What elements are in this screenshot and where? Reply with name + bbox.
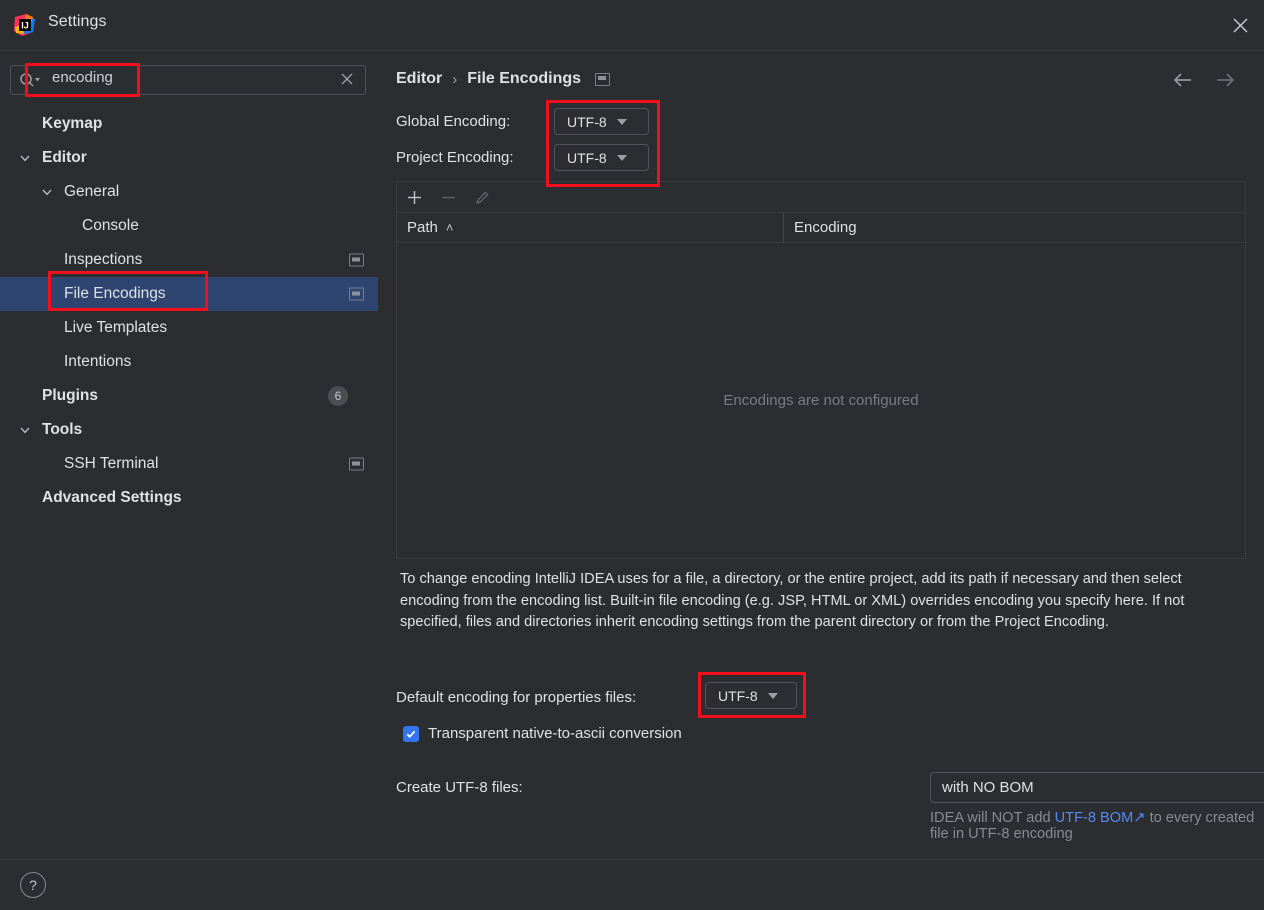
sidebar-item-label: Plugins (42, 387, 98, 404)
sidebar-item-label: Tools (42, 421, 83, 438)
plus-icon[interactable] (397, 183, 431, 212)
sidebar-item-advanced-settings[interactable]: Advanced Settings (0, 481, 378, 515)
close-icon[interactable] (1216, 0, 1264, 50)
create-utf8-combo[interactable]: with NO BOM (930, 772, 1264, 803)
properties-encoding-combo[interactable]: UTF-8 (705, 682, 797, 709)
global-encoding-combo[interactable]: UTF-8 (554, 108, 649, 135)
breadcrumb-separator: › (452, 70, 458, 88)
sidebar-item-label: File Encodings (64, 285, 166, 302)
navigation-arrows (1172, 69, 1236, 91)
minus-icon (431, 183, 465, 212)
sidebar-item-tools[interactable]: Tools (0, 413, 378, 447)
sidebar-item-label: Intentions (64, 353, 132, 370)
content-pane: Editor › File Encodings Global Encoding: (378, 51, 1264, 859)
search-field[interactable]: encoding (10, 65, 366, 95)
breadcrumb: Editor › File Encodings (396, 70, 611, 88)
breadcrumb-parent[interactable]: Editor (396, 70, 442, 88)
sidebar-item-keymap[interactable]: Keymap (0, 107, 378, 141)
dialog-footer: ? OK Cancel Apply (0, 859, 1264, 910)
settings-sync-icon[interactable] (349, 457, 364, 471)
settings-sidebar: encoding Keymap Editor General Console Inspe… (0, 51, 378, 859)
column-header-path-label: Path (407, 219, 438, 236)
sidebar-item-label: Keymap (42, 115, 103, 132)
title-bar: IJ Settings (0, 0, 1264, 51)
settings-sync-icon[interactable] (349, 253, 364, 267)
encodings-table-body[interactable]: Encodings are not configured (396, 243, 1246, 559)
project-encoding-value: UTF-8 (567, 149, 607, 166)
sidebar-item-label: Live Templates (64, 319, 168, 336)
sidebar-item-label: Editor (42, 149, 87, 166)
chevron-down-icon[interactable] (18, 423, 32, 437)
create-utf8-value: with NO BOM (942, 779, 1034, 796)
sidebar-item-console[interactable]: Console (0, 209, 378, 243)
arrow-right-icon[interactable] (1214, 69, 1236, 91)
help-button[interactable]: ? (20, 872, 46, 898)
sidebar-item-editor[interactable]: Editor (0, 141, 378, 175)
chevron-down-icon (616, 118, 627, 125)
sidebar-item-inspections[interactable]: Inspections (0, 243, 378, 277)
settings-dialog: IJ Settings encoding Keymap Editor Gener… (0, 0, 1264, 910)
settings-sync-icon[interactable] (349, 287, 364, 301)
checkbox-checked-icon (403, 725, 419, 742)
bom-hint: IDEA will NOT add UTF-8 BOM↗ to every cr… (930, 809, 1264, 842)
project-encoding-label: Project Encoding: (396, 149, 514, 166)
sidebar-item-plugins[interactable]: Plugins 6 (0, 379, 378, 413)
project-encoding-combo[interactable]: UTF-8 (554, 144, 649, 171)
chevron-down-icon (616, 154, 627, 161)
external-link-icon: ↗ (1133, 810, 1146, 826)
pencil-icon (465, 183, 499, 212)
sidebar-item-live-templates[interactable]: Live Templates (0, 311, 378, 345)
sidebar-item-label: Console (82, 217, 139, 234)
window-title: Settings (48, 13, 107, 30)
column-header-encoding[interactable]: Encoding (784, 213, 1245, 242)
transparent-native-to-ascii-checkbox[interactable]: Transparent native-to-ascii conversion (403, 725, 682, 742)
properties-encoding-label: Default encoding for properties files: (396, 689, 637, 706)
column-header-path[interactable]: Path ˄ (397, 213, 784, 242)
arrow-left-icon[interactable] (1172, 69, 1194, 91)
sidebar-item-label: SSH Terminal (64, 455, 159, 472)
sidebar-item-general[interactable]: General (0, 175, 378, 209)
sidebar-item-badge: 6 (328, 386, 348, 406)
sidebar-item-file-encodings[interactable]: File Encodings (0, 277, 378, 311)
chevron-down-icon[interactable] (18, 151, 32, 165)
sidebar-item-label: General (64, 183, 120, 200)
global-encoding-label: Global Encoding: (396, 113, 511, 130)
chevron-down-icon[interactable] (40, 185, 54, 199)
column-header-encoding-label: Encoding (794, 219, 857, 236)
settings-sync-icon[interactable] (595, 72, 611, 86)
global-encoding-value: UTF-8 (567, 113, 607, 130)
sidebar-item-label: Inspections (64, 251, 143, 268)
sidebar-item-ssh-terminal[interactable]: SSH Terminal (0, 447, 378, 481)
transparent-native-to-ascii-label: Transparent native-to-ascii conversion (428, 725, 682, 742)
breadcrumb-current: File Encodings (467, 70, 582, 87)
properties-encoding-value: UTF-8 (718, 687, 758, 704)
table-header: Path ˄ Encoding (396, 212, 1246, 243)
svg-text:IJ: IJ (21, 21, 29, 31)
search-icon[interactable] (19, 71, 41, 89)
utf8-bom-link[interactable]: UTF-8 BOM (1055, 810, 1134, 826)
create-utf8-label: Create UTF-8 files: (396, 779, 523, 796)
table-empty-message: Encodings are not configured (723, 392, 919, 409)
description-text: To change encoding IntelliJ IDEA uses fo… (400, 571, 1185, 630)
sidebar-item-intentions[interactable]: Intentions (0, 345, 378, 379)
intellij-idea-logo-icon: IJ (12, 12, 38, 38)
settings-tree: Keymap Editor General Console Inspections Fil… (0, 107, 378, 515)
chevron-down-icon (767, 692, 778, 699)
sort-ascending-icon: ˄ (445, 220, 454, 235)
sidebar-item-label: Advanced Settings (42, 489, 182, 506)
search-input-value: encoding (52, 69, 113, 86)
bom-hint-prefix: IDEA will NOT add (930, 810, 1055, 826)
clear-icon[interactable] (338, 70, 356, 88)
table-toolbar (396, 181, 1246, 212)
